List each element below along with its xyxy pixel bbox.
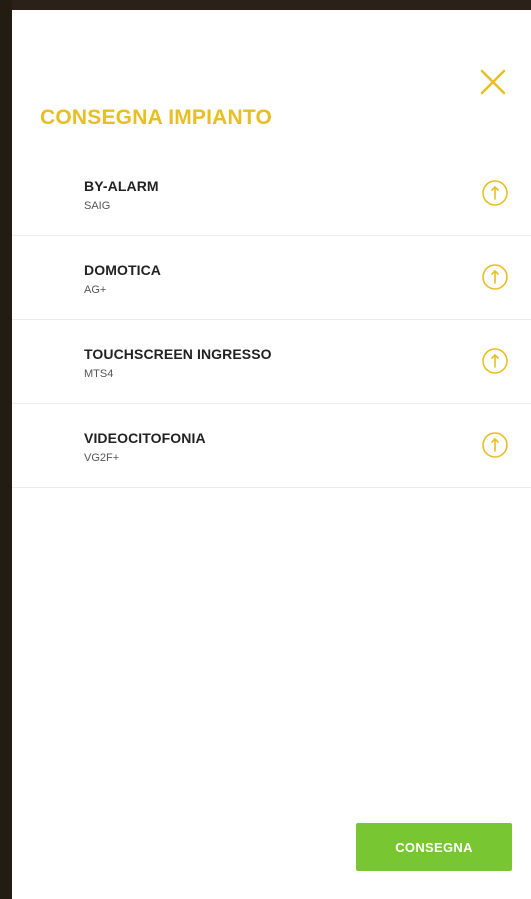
info-circle-icon xyxy=(482,348,508,374)
info-button[interactable] xyxy=(481,179,509,207)
info-button[interactable] xyxy=(481,347,509,375)
device-code: SAIG xyxy=(84,200,111,212)
panel-title: CONSEGNA IMPIANTO xyxy=(40,106,273,129)
device-item-videocitofonia: VIDEOCITOFONIA VG2F+ xyxy=(12,404,531,488)
device-name: DOMOTICA xyxy=(84,262,162,278)
device-item-by-alarm: BY-ALARM SAIG xyxy=(12,152,531,236)
device-list: BY-ALARM SAIG DOMOTICA AG+ TOUCHSCREEN I… xyxy=(12,152,531,488)
backdrop xyxy=(0,0,12,899)
info-circle-icon xyxy=(482,180,508,206)
close-button[interactable] xyxy=(477,66,509,98)
device-item-domotica: DOMOTICA AG+ xyxy=(12,236,531,320)
info-circle-icon xyxy=(482,432,508,458)
close-icon xyxy=(480,69,506,95)
info-circle-icon xyxy=(482,264,508,290)
consegna-button[interactable]: CONSEGNA xyxy=(356,823,512,871)
device-code: MTS4 xyxy=(84,368,114,380)
info-button[interactable] xyxy=(481,431,509,459)
device-code: VG2F+ xyxy=(84,452,120,464)
device-name: VIDEOCITOFONIA xyxy=(84,430,206,446)
device-name: BY-ALARM xyxy=(84,178,159,194)
device-item-touchscreen-ingresso: TOUCHSCREEN INGRESSO MTS4 xyxy=(12,320,531,404)
device-code: AG+ xyxy=(84,284,107,296)
device-name: TOUCHSCREEN INGRESSO xyxy=(84,346,272,362)
delivery-panel: CONSEGNA IMPIANTO BY-ALARM SAIG DOMOTICA… xyxy=(12,10,531,899)
info-button[interactable] xyxy=(481,263,509,291)
